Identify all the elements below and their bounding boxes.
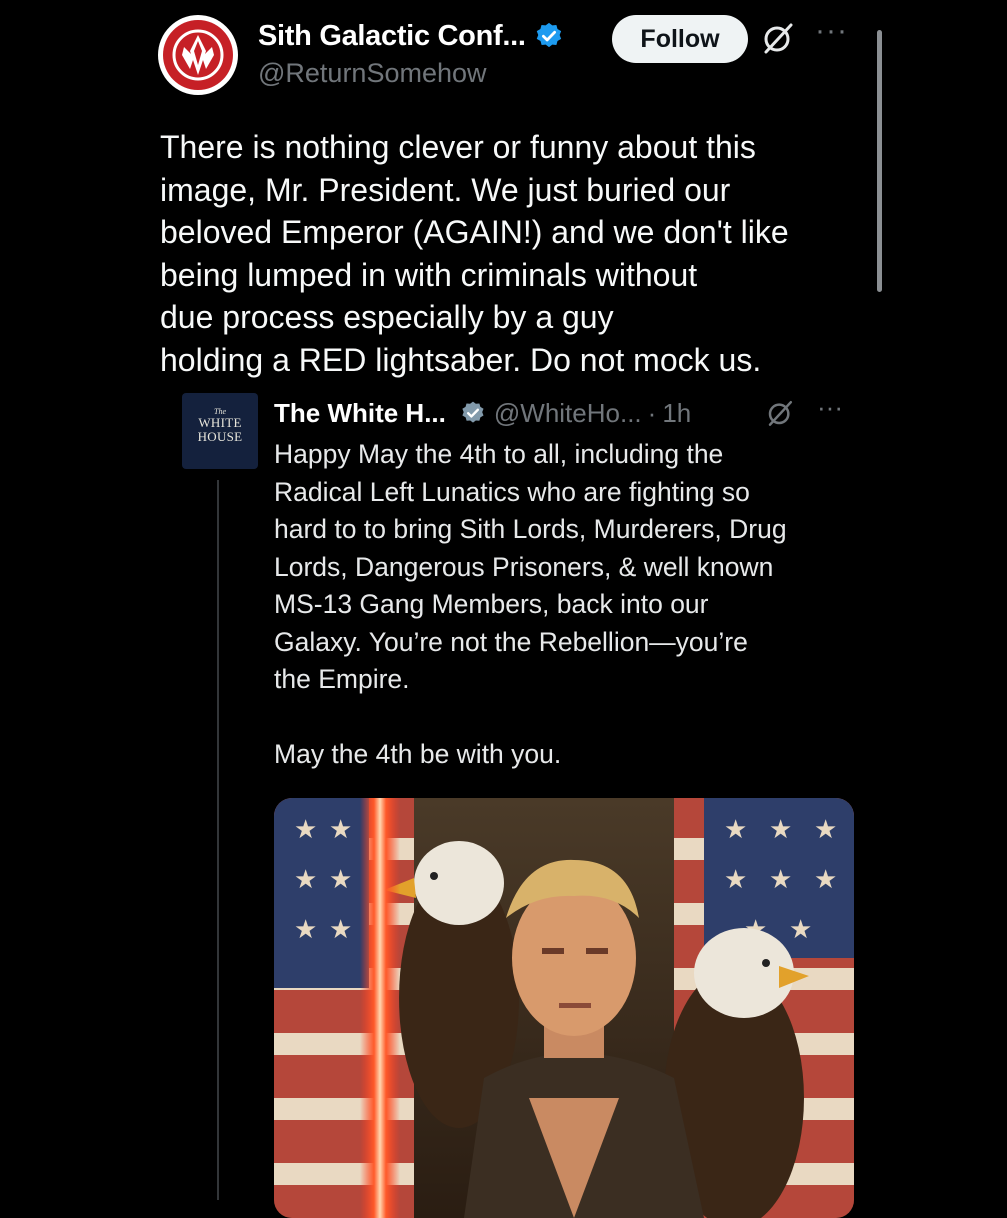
author-handle[interactable]: @ReturnSomehow: [258, 58, 487, 89]
post-text: There is nothing clever or funny about t…: [160, 129, 789, 378]
svg-text:★: ★: [329, 914, 352, 944]
svg-text:★: ★: [294, 914, 317, 944]
svg-text:★: ★: [789, 914, 812, 944]
author-name-row: Sith Galactic Conf...: [258, 16, 564, 56]
svg-text:★: ★: [294, 864, 317, 894]
grok-icon[interactable]: [765, 398, 795, 428]
thread-line: [217, 480, 219, 1200]
quoted-header: The White H... @WhiteHo... · 1h: [274, 393, 691, 433]
svg-text:★: ★: [769, 864, 792, 894]
quoted-media-image[interactable]: ★ ★ ★ ★ ★ ★ ★ ★ ★ ★ ★ ★ ★ ★: [274, 798, 854, 1218]
grok-icon[interactable]: [760, 20, 796, 56]
verified-badge-icon: [536, 22, 561, 48]
quoted-display-name[interactable]: The White H...: [274, 398, 446, 429]
svg-text:★: ★: [814, 814, 837, 844]
svg-text:★: ★: [329, 864, 352, 894]
separator-dot: ·: [647, 397, 657, 428]
svg-text:★: ★: [294, 814, 317, 844]
svg-text:★: ★: [814, 864, 837, 894]
more-icon[interactable]: ···: [815, 14, 848, 48]
svg-text:★: ★: [769, 814, 792, 844]
svg-text:★: ★: [724, 864, 747, 894]
author-display-name[interactable]: Sith Galactic Conf...: [258, 20, 526, 53]
avatar-text-line2: HOUSE: [197, 429, 243, 444]
more-icon[interactable]: ···: [817, 392, 843, 423]
verified-badge-icon: [462, 401, 484, 423]
avatar-text-line1: WHITE: [198, 415, 242, 430]
follow-button[interactable]: Follow: [612, 15, 748, 63]
author-avatar[interactable]: [158, 15, 238, 95]
svg-text:★: ★: [724, 814, 747, 844]
illustration: ★ ★ ★ ★ ★ ★ ★ ★ ★ ★ ★ ★ ★ ★: [274, 798, 854, 1218]
quoted-handle[interactable]: @WhiteHo...: [494, 398, 642, 429]
quoted-timestamp[interactable]: 1h: [662, 398, 691, 429]
quoted-author-avatar[interactable]: The WHITE HOUSE: [182, 393, 258, 469]
quoted-text: Happy May the 4th to all, including the …: [274, 439, 787, 769]
sith-logo-icon: [163, 20, 233, 90]
svg-text:★: ★: [329, 814, 352, 844]
